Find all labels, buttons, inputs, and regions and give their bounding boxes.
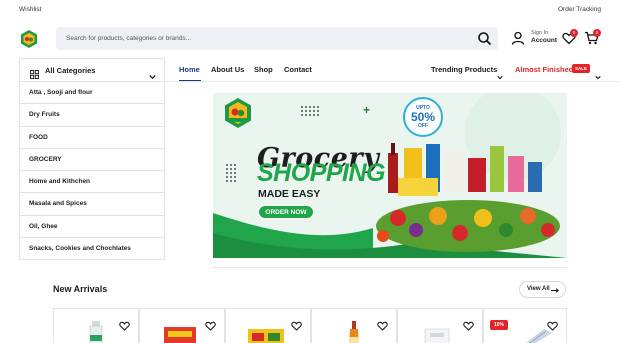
- category-item-grocery[interactable]: GROCERY: [20, 149, 164, 172]
- product-image: [424, 328, 450, 343]
- decor-dots: [226, 164, 236, 182]
- all-categories-toggle[interactable]: All Categories: [20, 59, 164, 82]
- banner-title-shopping: SHOPPING: [257, 159, 385, 187]
- product-card[interactable]: [225, 308, 311, 343]
- category-item-dry-fruits[interactable]: Dry Fruits: [20, 104, 164, 127]
- hero-banner[interactable]: + Grocery SHOPPING MADE EASY ORDER NOW U…: [213, 93, 567, 258]
- sign-in-label: Sign In: [531, 30, 549, 36]
- heart-icon[interactable]: [547, 318, 558, 331]
- wishlist-link[interactable]: Wishlist: [19, 6, 41, 13]
- category-item-snacks[interactable]: Snacks, Cookies and Chochlates: [20, 238, 164, 260]
- all-categories-title: All Categories: [45, 66, 96, 75]
- trending-products-menu[interactable]: Trending Products: [431, 65, 497, 74]
- header: Search for products, categories or brand…: [0, 20, 620, 58]
- grocery-products-image: [376, 143, 560, 252]
- heart-icon[interactable]: [377, 318, 388, 331]
- discount-badge: 10%: [490, 320, 509, 330]
- store-logo[interactable]: [19, 29, 39, 49]
- main-nav: Home About Us Shop Contact Trending Prod…: [179, 58, 609, 82]
- chevron-down-icon: [595, 67, 601, 80]
- search-placeholder: Search for products, categories or brand…: [66, 35, 192, 42]
- nav-shop[interactable]: Shop: [254, 65, 273, 74]
- search-icon[interactable]: [477, 31, 492, 46]
- order-tracking-link[interactable]: Order Tracking: [558, 6, 601, 13]
- search-bar[interactable]: Search for products, categories or brand…: [56, 27, 498, 50]
- heart-icon[interactable]: [463, 318, 474, 331]
- new-arrivals-title: New Arrivals: [53, 284, 108, 294]
- product-image: [89, 321, 103, 343]
- banner-title-made-easy: MADE EASY: [258, 188, 321, 200]
- chevron-down-icon: [497, 67, 503, 80]
- product-card-row: 10%: [53, 308, 567, 343]
- account-label: Account: [531, 37, 557, 44]
- almost-finished-menu[interactable]: Almost Finished: [515, 65, 573, 74]
- nav-home[interactable]: Home: [179, 65, 200, 74]
- heart-icon[interactable]: [205, 318, 216, 331]
- section-divider: [213, 267, 567, 268]
- cart-count-badge: 0: [593, 29, 601, 37]
- category-item-home-kitchen[interactable]: Home and Kithchen: [20, 171, 164, 194]
- heart-icon[interactable]: [119, 318, 130, 331]
- view-all-label: View All: [527, 286, 550, 292]
- product-card[interactable]: 10%: [483, 308, 567, 343]
- chevron-down-icon: [149, 67, 156, 80]
- view-all-button[interactable]: View All: [519, 281, 566, 298]
- product-card[interactable]: [311, 308, 397, 343]
- grid-icon: [30, 66, 39, 79]
- product-image: [248, 329, 284, 343]
- plus-icon: +: [363, 103, 371, 117]
- heart-icon[interactable]: [291, 318, 302, 331]
- nav-about-us[interactable]: About Us: [211, 65, 244, 74]
- account-link[interactable]: Sign In Account: [531, 30, 557, 44]
- decor-dots: [301, 106, 319, 116]
- user-icon[interactable]: [511, 31, 525, 45]
- offer-percent: 50%: [410, 110, 436, 124]
- category-item-oil-ghee[interactable]: Oil, Ghee: [20, 216, 164, 239]
- nav-divider: [165, 81, 620, 82]
- nav-contact[interactable]: Contact: [284, 65, 312, 74]
- sale-badge: SALE: [572, 64, 591, 73]
- category-item-masala[interactable]: Masala and Spices: [20, 193, 164, 216]
- order-now-button[interactable]: ORDER NOW: [258, 205, 314, 219]
- category-item-food[interactable]: FOOD: [20, 127, 164, 149]
- arrow-right-icon: [551, 288, 559, 293]
- discount-circle: UPTO 50% OFF: [403, 97, 443, 137]
- product-card[interactable]: [139, 308, 225, 343]
- category-item-atta[interactable]: Atta , Sooji and flour: [20, 82, 164, 105]
- product-card[interactable]: [53, 308, 139, 343]
- wishlist-count-badge: 0: [570, 29, 578, 37]
- product-card[interactable]: [397, 308, 483, 343]
- product-image: [164, 327, 196, 343]
- banner-logo: [221, 96, 255, 130]
- category-menu: All Categories Atta , Sooji and flour Dr…: [19, 58, 165, 260]
- product-image: [349, 321, 359, 343]
- top-bar: Wishlist Order Tracking: [0, 0, 620, 20]
